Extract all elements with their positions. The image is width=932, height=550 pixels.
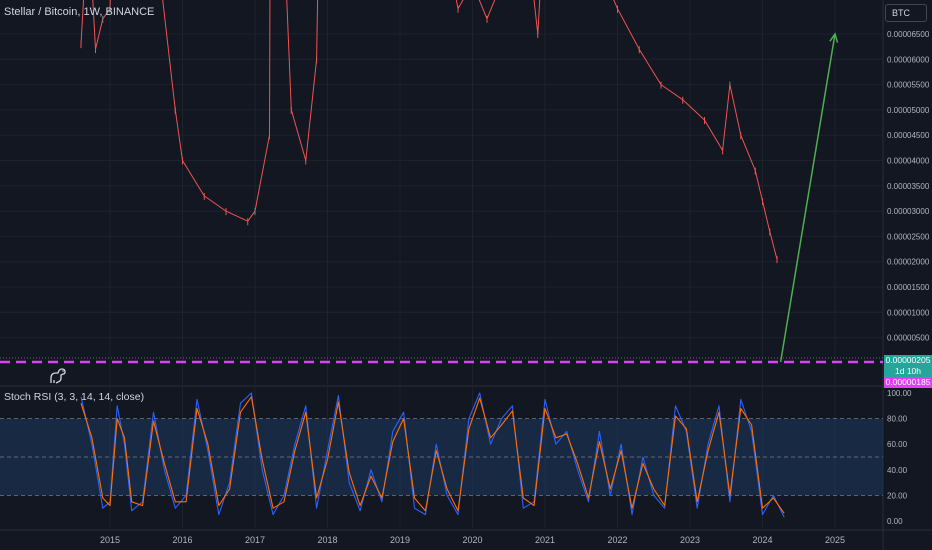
symbol-title: Stellar / Bitcoin, 1W, BINANCE bbox=[4, 6, 155, 18]
x-tick-label: 2024 bbox=[752, 535, 772, 545]
rsi-y-tick-label: 20.00 bbox=[887, 491, 908, 500]
y-tick-label: 0.00006500 bbox=[887, 30, 930, 39]
y-tick-label: 0.00006000 bbox=[887, 55, 930, 64]
x-tick-label: 2017 bbox=[245, 535, 265, 545]
y-tick-label: 0.00005000 bbox=[887, 106, 930, 115]
y-tick-label: 0.00004500 bbox=[887, 131, 930, 140]
y-tick-label: 0.00003500 bbox=[887, 182, 930, 191]
rsi-y-tick-label: 0.00 bbox=[887, 517, 903, 526]
y-tick-label: 0.00004000 bbox=[887, 157, 930, 166]
y-tick-label: 0.00002000 bbox=[887, 258, 930, 267]
stoch-rsi-title: Stoch RSI (3, 3, 14, 14, close) bbox=[4, 391, 145, 403]
x-tick-label: 2020 bbox=[462, 535, 482, 545]
y-tick-label: 0.00001000 bbox=[887, 308, 930, 317]
x-tick-label: 2022 bbox=[607, 535, 627, 545]
dinosaur-icon[interactable] bbox=[48, 367, 70, 385]
x-tick-label: 2018 bbox=[317, 535, 337, 545]
price-layer bbox=[0, 0, 883, 364]
y-tick-label: 0.00000500 bbox=[887, 334, 930, 343]
x-tick-label: 2019 bbox=[390, 535, 410, 545]
support-level-tag: 0.00000185 bbox=[884, 377, 932, 388]
y-tick-label: 0.00005500 bbox=[887, 81, 930, 90]
rsi-y-tick-label: 80.00 bbox=[887, 415, 908, 424]
x-tick-label: 2021 bbox=[535, 535, 555, 545]
chart-canvas[interactable]: 2015 2016 2017 2018 2019 2020 2021 2022 2023 2024… bbox=[0, 0, 932, 550]
rsi-layer bbox=[0, 392, 883, 518]
y-tick-label: 0.00002500 bbox=[887, 232, 930, 241]
last-price-tag: 0.00000205 bbox=[884, 355, 932, 366]
rsi-y-tick-label: 100.00 bbox=[887, 389, 912, 398]
currency-button[interactable]: BTC bbox=[885, 4, 927, 22]
x-tick-label: 2015 bbox=[100, 535, 120, 545]
y-tick-label: 0.00001500 bbox=[887, 283, 930, 292]
rsi-y-tick-label: 40.00 bbox=[887, 466, 908, 475]
x-tick-label: 2025 bbox=[825, 535, 845, 545]
rsi-y-tick-label: 60.00 bbox=[887, 440, 908, 449]
price-series-line bbox=[80, 0, 778, 260]
countdown-tag: 1d 10h bbox=[884, 366, 932, 377]
x-tick-label: 2016 bbox=[172, 535, 192, 545]
y-tick-label: 0.00003000 bbox=[887, 207, 930, 216]
x-tick-label: 2023 bbox=[680, 535, 700, 545]
